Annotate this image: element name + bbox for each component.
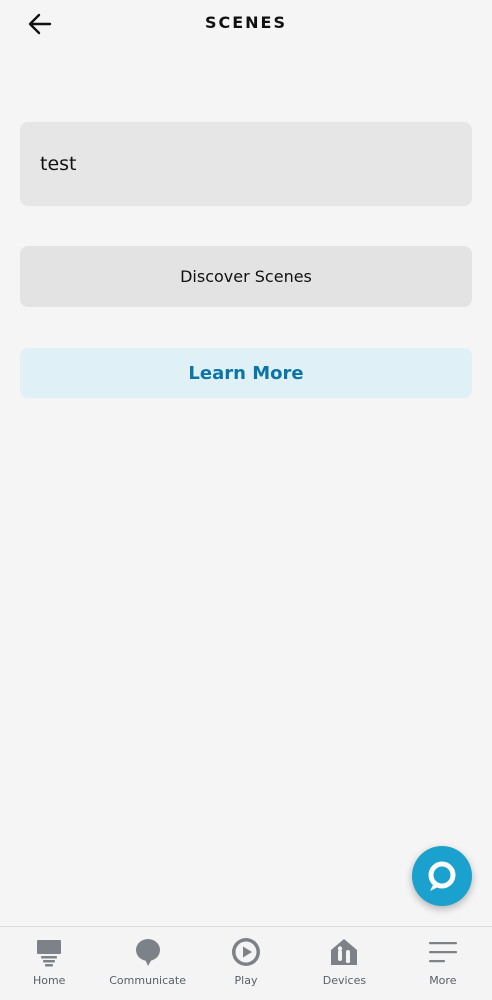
nav-item-devices[interactable]: Devices	[295, 927, 393, 1000]
play-icon	[232, 938, 261, 966]
alexa-ring-icon	[428, 861, 456, 891]
home-icon	[37, 940, 62, 967]
top-app-bar: SCENES	[0, 0, 492, 48]
nav-label-communicate: Communicate	[109, 974, 186, 987]
nav-item-more[interactable]: More	[394, 927, 492, 1000]
learn-more-label: Learn More	[188, 362, 304, 384]
nav-item-play[interactable]: Play	[197, 927, 295, 1000]
bottom-navigation: Home Communicate Play Devices More	[0, 926, 492, 1000]
nav-label-more: More	[429, 974, 457, 987]
nav-label-devices: Devices	[322, 974, 367, 987]
nav-item-communicate[interactable]: Communicate	[98, 927, 196, 1000]
scene-item-test[interactable]: test	[20, 122, 472, 206]
nav-label-home: Home	[32, 974, 66, 987]
page-title: SCENES	[204, 13, 288, 32]
discover-scenes-label: Discover Scenes	[180, 267, 312, 286]
nav-item-home[interactable]: Home	[0, 927, 98, 1000]
learn-more-button[interactable]: Learn More	[20, 348, 472, 398]
discover-scenes-button[interactable]: Discover Scenes	[20, 246, 472, 307]
chat-bubble-icon	[135, 939, 160, 966]
devices-icon	[331, 939, 358, 965]
scene-name: test	[40, 153, 77, 175]
alexa-voice-button[interactable]	[412, 846, 472, 906]
nav-label-play: Play	[234, 974, 258, 987]
menu-icon	[428, 942, 457, 963]
